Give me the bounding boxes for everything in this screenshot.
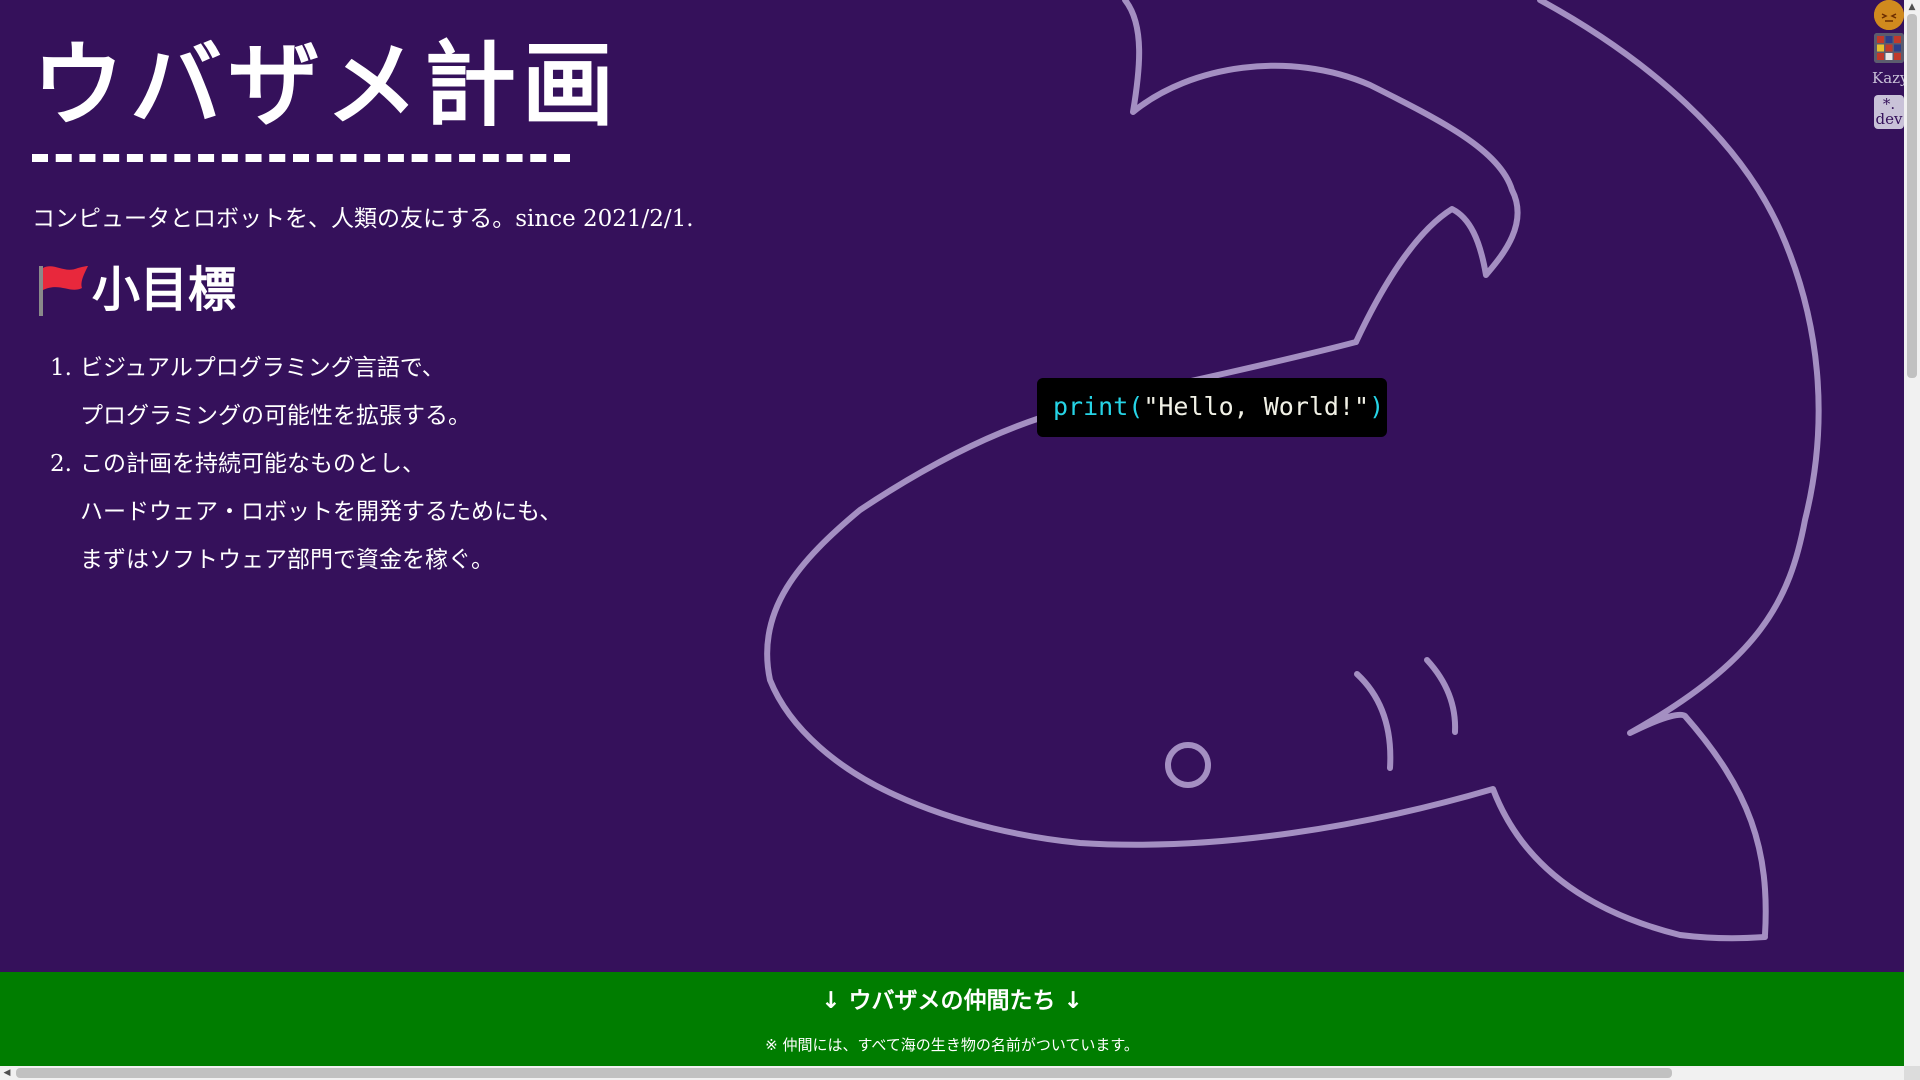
scroll-up-arrow-icon[interactable]: ▲ xyxy=(1904,0,1920,14)
shark-back-outline xyxy=(1537,0,1822,938)
shark-gill-2 xyxy=(1424,657,1459,735)
goal-number: 2. xyxy=(50,451,72,477)
friends-title: ↓ ウバザメの仲間たち ↓ xyxy=(821,988,1083,1014)
shark-gill-1 xyxy=(1354,671,1394,771)
shark-upper-fin xyxy=(1122,0,1521,345)
goal-line: まずはソフトウェア部門で資金を稼ぐ。 xyxy=(80,547,494,573)
page-title: ウバザメ計画 xyxy=(32,32,621,139)
goals-heading: 小目標 xyxy=(32,258,236,322)
horizontal-scroll-thumb[interactable] xyxy=(16,1068,1672,1078)
dev-link[interactable]: *. dev xyxy=(1874,95,1904,129)
goal-line: ハードウェア・ロボットを開発するためにも、 xyxy=(80,499,563,525)
goal-line: ビジュアルプログラミング言語で、 xyxy=(80,355,445,381)
title-underline xyxy=(32,154,570,162)
dev-label-bottom: dev xyxy=(1875,110,1903,128)
kazy-link[interactable]: Kazy xyxy=(1872,68,1904,88)
page-viewport: ウバザメ計画 コンピュータとロボットを、人類の友にする。since 2021/2… xyxy=(0,0,1904,1066)
goals-heading-label: 小目標 xyxy=(92,262,237,318)
friends-note: ※ 仲間には、すべて海の生き物の名前がついています。 xyxy=(765,1036,1139,1054)
scrollbar-corner xyxy=(1904,1066,1920,1080)
orange-avatar-icon[interactable] xyxy=(1874,0,1904,30)
goal-item-2: 2. この計画を持続可能なものとし、 ハードウェア・ロボットを開発するためにも、… xyxy=(40,440,562,584)
rubiks-cube-icon[interactable] xyxy=(1874,33,1904,63)
code-function: print( xyxy=(1053,392,1144,421)
red-flag-icon xyxy=(39,266,88,316)
code-close-paren: ) xyxy=(1369,392,1385,421)
scroll-left-arrow-icon[interactable]: ◀ xyxy=(0,1066,14,1080)
goal-item-1: 1. ビジュアルプログラミング言語で、 プログラミングの可能性を拡張する。 xyxy=(40,344,562,440)
goal-line: この計画を持続可能なものとし、 xyxy=(80,451,425,477)
vertical-scroll-thumb[interactable] xyxy=(1907,14,1917,378)
tagline: コンピュータとロボットを、人類の友にする。since 2021/2/1. xyxy=(32,206,694,232)
goal-line: プログラミングの可能性を拡張する。 xyxy=(80,403,471,429)
goals-list: 1. ビジュアルプログラミング言語で、 プログラミングの可能性を拡張する。 2.… xyxy=(40,344,562,584)
code-sample-box: print("Hello, World!") xyxy=(1037,378,1387,437)
code-string: "Hello, World!" xyxy=(1143,392,1370,421)
shark-eye xyxy=(1165,742,1211,788)
goal-number: 1. xyxy=(50,355,72,381)
